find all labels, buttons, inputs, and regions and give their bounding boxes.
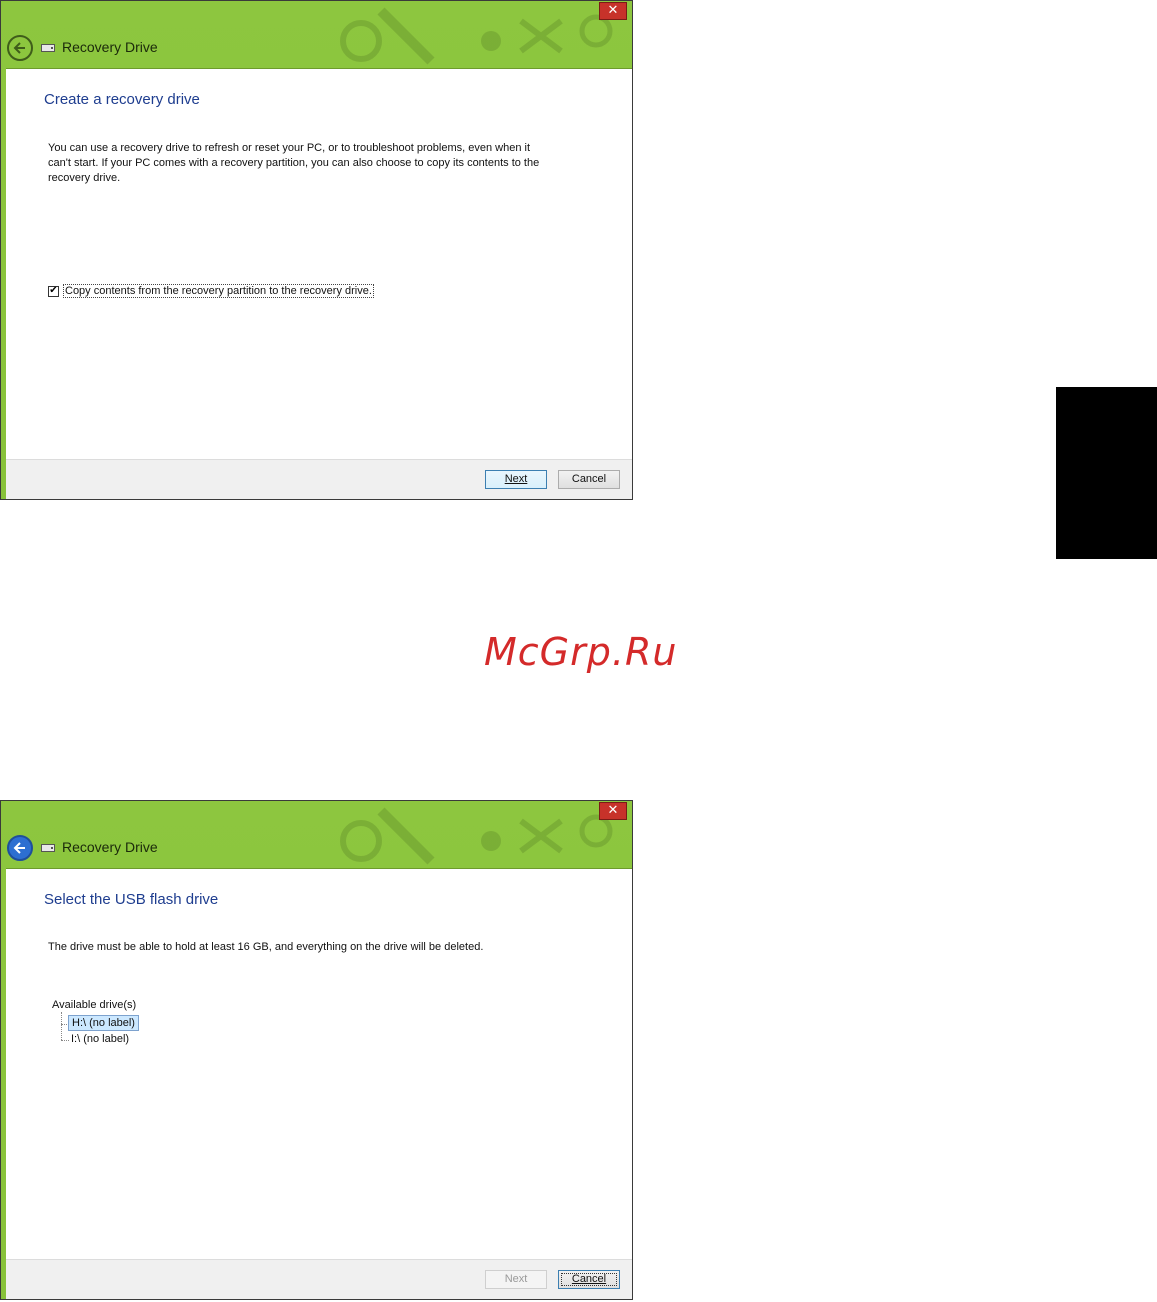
description-text: The drive must be able to hold at least … (48, 941, 484, 953)
next-button[interactable]: Next (485, 1270, 547, 1289)
page-heading: Create a recovery drive (44, 91, 200, 108)
copy-partition-label[interactable]: Copy contents from the recovery partitio… (63, 284, 374, 298)
tree-connector (61, 1012, 62, 1040)
button-bar: Next Cancel (6, 459, 632, 499)
copy-partition-checkbox[interactable]: ✔ (48, 285, 59, 297)
page-heading: Select the USB flash drive (44, 891, 219, 908)
back-arrow-icon[interactable] (7, 835, 33, 861)
copy-partition-option[interactable]: ✔ Copy contents from the recovery partit… (48, 284, 374, 298)
drive-icon (41, 844, 55, 852)
drive-item-i[interactable]: I:\ (no label) (68, 1032, 132, 1046)
content-area: Create a recovery drive You can use a re… (6, 68, 632, 460)
watermark: McGrp.Ru (484, 630, 678, 674)
next-button[interactable]: Next (485, 470, 547, 489)
titlebar-decoration-icon (340, 807, 613, 865)
section-tab-marker (1056, 387, 1157, 559)
drive-tree-root: Available drive(s) (52, 999, 137, 1011)
titlebar-decoration-icon (340, 7, 613, 65)
cancel-button[interactable]: Cancel (558, 1270, 620, 1289)
checkmark-icon: ✔ (49, 285, 58, 296)
recovery-drive-window-1: ✕ Recovery Drive Create a recovery drive… (0, 0, 633, 500)
close-button[interactable]: ✕ (599, 802, 627, 820)
next-button-label: Next (504, 473, 528, 485)
close-button[interactable]: ✕ (599, 2, 627, 20)
cancel-button-label: Cancel (571, 1273, 607, 1285)
button-bar: Next Cancel (6, 1259, 632, 1299)
back-arrow-icon[interactable] (7, 35, 33, 61)
content-area: Select the USB flash drive The drive mus… (6, 868, 632, 1260)
description-text: You can use a recovery drive to refresh … (48, 142, 540, 184)
window-title: Recovery Drive (62, 839, 158, 855)
recovery-drive-window-2: ✕ Recovery Drive Select the USB flash dr… (0, 800, 633, 1300)
cancel-button[interactable]: Cancel (558, 470, 620, 489)
drive-icon (41, 44, 55, 52)
drive-item-h[interactable]: H:\ (no label) (68, 1015, 139, 1031)
window-title: Recovery Drive (62, 39, 158, 55)
